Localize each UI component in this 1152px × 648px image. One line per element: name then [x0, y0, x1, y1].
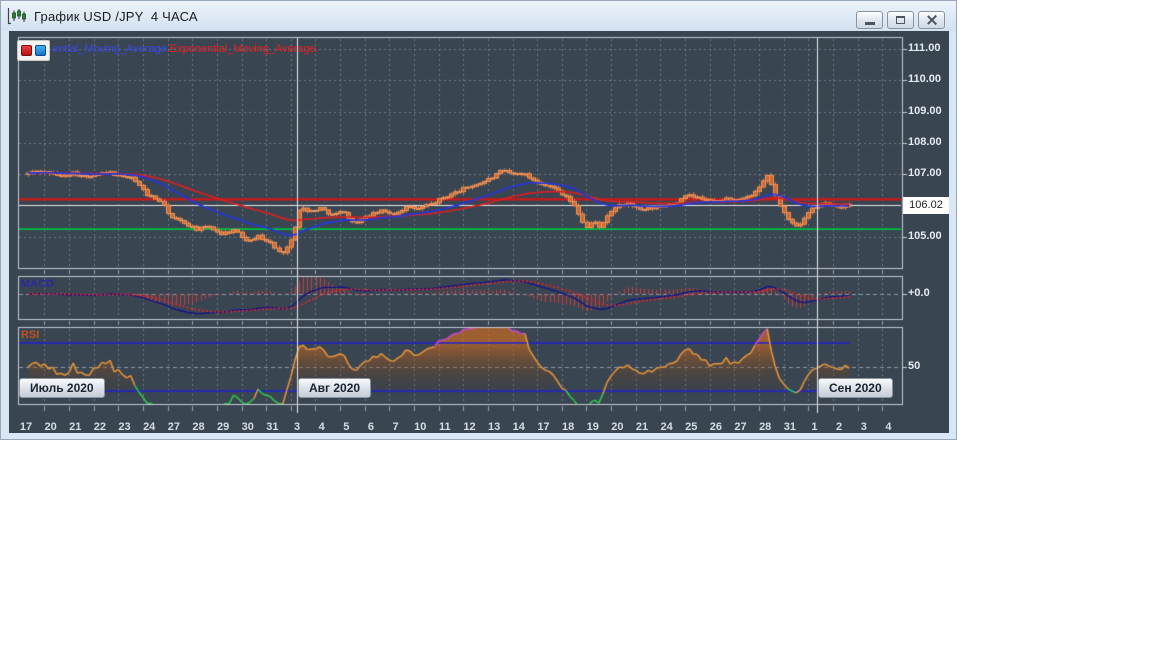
date-axis-label: 24 — [143, 421, 156, 433]
desktop: График USD /JPY 4 ЧАСА ential_Moving_Ave… — [0, 0, 1152, 648]
month-button-july[interactable]: Июль 2020 — [19, 378, 105, 398]
close-icon — [927, 15, 937, 25]
window-titlebar[interactable]: График USD /JPY 4 ЧАСА — [1, 1, 956, 31]
rsi-axis-label: 50 — [908, 360, 921, 372]
restore-icon — [896, 16, 905, 24]
date-axis-label: 21 — [635, 421, 649, 433]
date-axis-label: 18 — [561, 421, 575, 433]
candlestick-chart-icon — [7, 7, 26, 24]
date-axis-label: 24 — [660, 421, 673, 433]
indicator-legend: ential_Moving_Average.Exponential_Moving… — [52, 43, 319, 55]
legend-red-swatch — [21, 45, 32, 56]
date-axis-label: 28 — [192, 421, 205, 433]
chart-canvas[interactable] — [9, 31, 949, 433]
month-button-august[interactable]: Авг 2020 — [298, 378, 372, 398]
date-axis-label: 1 — [811, 421, 818, 433]
legend-ema-slow-label: .Exponential_Moving_Average. — [166, 43, 319, 55]
date-axis-label: 10 — [414, 421, 427, 433]
price-axis-label: 107.00 — [908, 167, 942, 180]
current-price-box: 106.02 — [903, 197, 949, 214]
date-axis-label: 17 — [537, 421, 550, 433]
date-axis-label: 31 — [783, 421, 796, 433]
date-axis-label: 23 — [118, 421, 131, 433]
chart-window: График USD /JPY 4 ЧАСА ential_Moving_Ave… — [0, 0, 957, 440]
minimize-icon — [864, 21, 875, 25]
date-axis-label: 27 — [167, 421, 180, 433]
date-axis-label: 25 — [685, 421, 698, 433]
date-axis-label: 27 — [734, 421, 747, 433]
window-controls — [856, 11, 945, 29]
rsi-label: RSI — [21, 329, 40, 341]
date-axis-label: 20 — [611, 421, 624, 433]
date-axis-label: 31 — [266, 421, 279, 433]
date-axis-label: 3 — [293, 421, 301, 433]
macd-label: MACD — [21, 278, 54, 290]
close-button[interactable] — [918, 11, 945, 29]
date-axis-label: 20 — [44, 421, 57, 433]
date-axis-label: 14 — [512, 421, 525, 433]
chart-client-area: ential_Moving_Average.Exponential_Moving… — [9, 31, 949, 433]
window-title: График USD /JPY 4 ЧАСА — [34, 8, 198, 24]
date-axis-label: 17 — [19, 421, 33, 433]
macd-axis-label: +0.0 — [908, 287, 930, 299]
date-axis-label: 12 — [463, 421, 476, 433]
date-axis-label: 11 — [439, 421, 451, 433]
price-axis-label: 108.00 — [908, 136, 942, 149]
legend-ema-fast-label: ential_Moving_Average — [52, 43, 167, 55]
date-axis-label: 21 — [69, 421, 82, 433]
date-axis-label: 7 — [392, 421, 399, 433]
month-button-september[interactable]: Сен 2020 — [818, 378, 893, 398]
minimize-button[interactable] — [856, 11, 883, 29]
legend-blue-swatch — [35, 45, 46, 56]
price-axis-label: 109.00 — [908, 104, 942, 117]
date-axis-label: 6 — [367, 421, 375, 433]
restore-button[interactable] — [887, 11, 914, 29]
date-axis-label: 4 — [885, 421, 892, 433]
price-axis-label: 105.00 — [908, 229, 942, 242]
date-axis-label: 29 — [216, 421, 230, 433]
date-axis-label: 4 — [318, 421, 325, 433]
price-axis-label: 111.00 — [908, 42, 941, 55]
date-axis-label: 30 — [241, 421, 254, 433]
date-axis-label: 3 — [860, 421, 867, 433]
date-axis-label: 2 — [836, 421, 843, 433]
date-axis-label: 13 — [488, 421, 501, 433]
date-axis-label: 19 — [586, 421, 599, 433]
price-axis-label: 110.00 — [908, 73, 942, 86]
date-axis-label: 22 — [93, 421, 107, 433]
legend-color-box[interactable] — [17, 40, 50, 61]
date-axis-label: 28 — [759, 421, 772, 433]
date-axis-label: 26 — [709, 421, 723, 433]
date-axis-label: 5 — [343, 421, 350, 433]
